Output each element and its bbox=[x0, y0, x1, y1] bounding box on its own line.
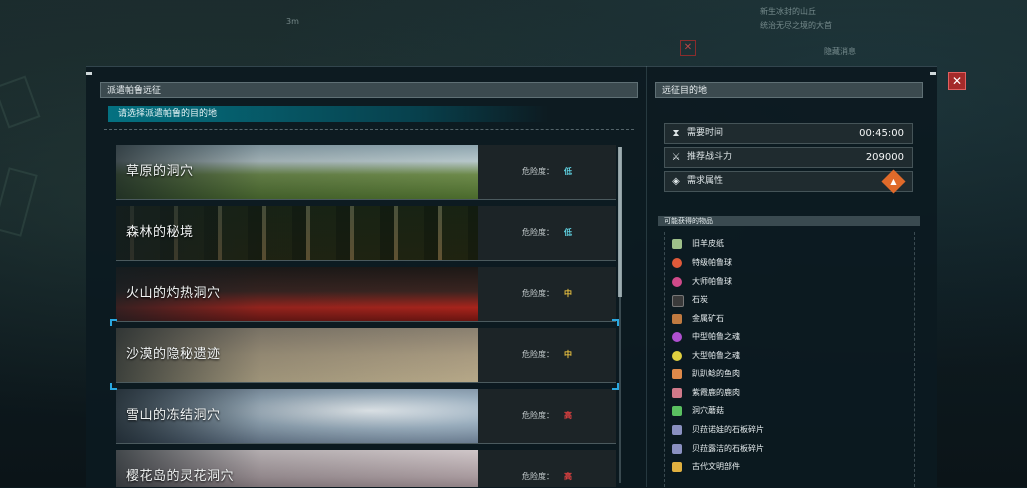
list-item: 古代文明部件 bbox=[668, 458, 908, 476]
close-button[interactable]: ✕ bbox=[948, 72, 966, 90]
scrollbar-thumb[interactable] bbox=[618, 147, 622, 297]
item-name: 紫霞鹿的鹿肉 bbox=[692, 388, 740, 397]
danger-label: 危险度： bbox=[522, 350, 554, 359]
fire-element-icon: ▲ bbox=[881, 169, 906, 194]
selection-bracket bbox=[110, 319, 117, 326]
danger-level: 高 bbox=[564, 411, 572, 420]
destination-info-title: 远征目的地 bbox=[655, 82, 923, 98]
hourglass-icon: ⧗ bbox=[672, 128, 680, 139]
palsphere-icon bbox=[672, 277, 682, 287]
item-name: 旧羊皮纸 bbox=[692, 239, 724, 248]
window-corner-mark bbox=[930, 72, 936, 75]
danger-level: 低 bbox=[564, 167, 572, 176]
list-item: 金属矿石 bbox=[668, 310, 908, 328]
destination-item-desert-ruins[interactable]: 沙漠的隐秘遗迹 危险度： 中 bbox=[116, 328, 616, 383]
item-name: 大型帕鲁之魂 bbox=[692, 351, 740, 360]
danger-label: 危险度： bbox=[522, 289, 554, 298]
recommended-power-row: ⚔ 推荐战斗力 209000 bbox=[664, 147, 913, 168]
item-name: 中型帕鲁之魂 bbox=[692, 332, 740, 341]
item-name: 贝菈诺娃的石板碎片 bbox=[692, 425, 764, 434]
required-time-value: 00:45:00 bbox=[859, 128, 904, 139]
slab-icon bbox=[672, 444, 682, 454]
meat-icon bbox=[672, 369, 682, 379]
list-item: 旧羊皮纸 bbox=[668, 235, 908, 253]
recommended-power-value: 209000 bbox=[865, 152, 904, 163]
destination-item-snow-cave[interactable]: 雪山的冻结洞穴 危险度： 高 bbox=[116, 389, 616, 444]
item-name: 贝菈露洁的石板碎片 bbox=[692, 444, 764, 453]
destination-name: 沙漠的隐秘遗迹 bbox=[126, 347, 221, 362]
destination-item-sakura-cave[interactable]: 樱花岛的灵花洞穴 危险度： 高 bbox=[116, 450, 616, 487]
selection-bracket bbox=[612, 383, 619, 390]
ancient-part-icon bbox=[672, 462, 682, 472]
item-name: 特级帕鲁球 bbox=[692, 258, 732, 267]
danger-level: 高 bbox=[564, 472, 572, 481]
list-item: 特级帕鲁球 bbox=[668, 254, 908, 272]
destination-name: 森林的秘境 bbox=[126, 225, 194, 240]
item-name: 石炭 bbox=[692, 295, 708, 304]
palsphere-icon bbox=[672, 258, 682, 268]
ore-icon bbox=[672, 314, 682, 324]
danger-label: 危险度： bbox=[522, 228, 554, 237]
required-attribute-row: ◈ 需求属性 ▲ bbox=[664, 169, 913, 194]
destination-name: 雪山的冻结洞穴 bbox=[126, 408, 221, 423]
required-time-label: 需要时间 bbox=[687, 128, 724, 138]
notification-line: 新生冰封的山丘 bbox=[760, 7, 816, 16]
crossed-swords-icon: ⚔ bbox=[671, 152, 681, 163]
destination-list: 草原的洞穴 危险度： 低 森林的秘境 危险度： 低 火山的灼热洞穴 危险度： 中… bbox=[116, 145, 616, 487]
required-attribute-label: 需求属性 bbox=[687, 176, 724, 186]
diamond-icon: ◈ bbox=[672, 176, 680, 187]
possible-items-header: 可能获得的物品 bbox=[658, 216, 920, 226]
danger-level: 低 bbox=[564, 228, 572, 237]
distance-marker: 3m bbox=[286, 17, 299, 26]
item-name: 洞穴蘑菇 bbox=[692, 406, 724, 415]
selection-bracket bbox=[612, 319, 619, 326]
destination-name: 樱花岛的灵花洞穴 bbox=[126, 469, 235, 484]
item-name: 大师帕鲁球 bbox=[692, 277, 732, 286]
item-name: 趴趴鲶的鱼肉 bbox=[692, 369, 740, 378]
destination-item-forest-secret[interactable]: 森林的秘境 危险度： 低 bbox=[116, 206, 616, 261]
meat-icon bbox=[672, 388, 682, 398]
divider bbox=[104, 129, 634, 131]
recommended-power-label: 推荐战斗力 bbox=[687, 152, 733, 162]
list-item: 中型帕鲁之魂 bbox=[668, 328, 908, 346]
destination-item-volcano-cave[interactable]: 火山的灼热洞穴 危险度： 中 bbox=[116, 267, 616, 322]
list-item: 大师帕鲁球 bbox=[668, 273, 908, 291]
soul-icon bbox=[672, 332, 682, 342]
mushroom-icon bbox=[672, 406, 682, 416]
list-item: 贝菈露洁的石板碎片 bbox=[668, 440, 908, 458]
destination-name: 火山的灼热洞穴 bbox=[126, 286, 221, 301]
panel-divider bbox=[646, 66, 647, 487]
notification-line: 统治无尽之境的大首 bbox=[760, 21, 832, 30]
item-name: 古代文明部件 bbox=[692, 462, 740, 471]
slab-icon bbox=[672, 425, 682, 435]
list-item: 石炭 bbox=[668, 291, 908, 309]
window-corner-mark bbox=[86, 72, 92, 75]
destination-name: 草原的洞穴 bbox=[126, 164, 194, 179]
soul-icon bbox=[672, 351, 682, 361]
list-item: 趴趴鲶的鱼肉 bbox=[668, 365, 908, 383]
notification-link: 隐藏消息 bbox=[824, 47, 856, 56]
list-item: 紫霞鹿的鹿肉 bbox=[668, 384, 908, 402]
list-item: 大型帕鲁之魂 bbox=[668, 347, 908, 365]
selection-bracket bbox=[110, 383, 117, 390]
danger-label: 危险度： bbox=[522, 167, 554, 176]
parchment-icon bbox=[672, 239, 682, 249]
danger-label: 危险度： bbox=[522, 472, 554, 481]
list-item: 洞穴蘑菇 bbox=[668, 402, 908, 420]
list-item: 贝菈诺娃的石板碎片 bbox=[668, 421, 908, 439]
destination-prompt: 请选择派遣帕鲁的目的地 bbox=[108, 106, 548, 122]
danger-level: 中 bbox=[564, 289, 572, 298]
danger-label: 危险度： bbox=[522, 411, 554, 420]
destination-item-grassland-cave[interactable]: 草原的洞穴 危险度： 低 bbox=[116, 145, 616, 200]
background-close-icon: ✕ bbox=[680, 40, 696, 56]
required-time-row: ⧗ 需要时间 00:45:00 bbox=[664, 123, 913, 144]
coal-icon bbox=[672, 295, 684, 307]
danger-level: 中 bbox=[564, 350, 572, 359]
expedition-title: 派遣帕鲁远征 bbox=[100, 82, 638, 98]
item-name: 金属矿石 bbox=[692, 314, 724, 323]
